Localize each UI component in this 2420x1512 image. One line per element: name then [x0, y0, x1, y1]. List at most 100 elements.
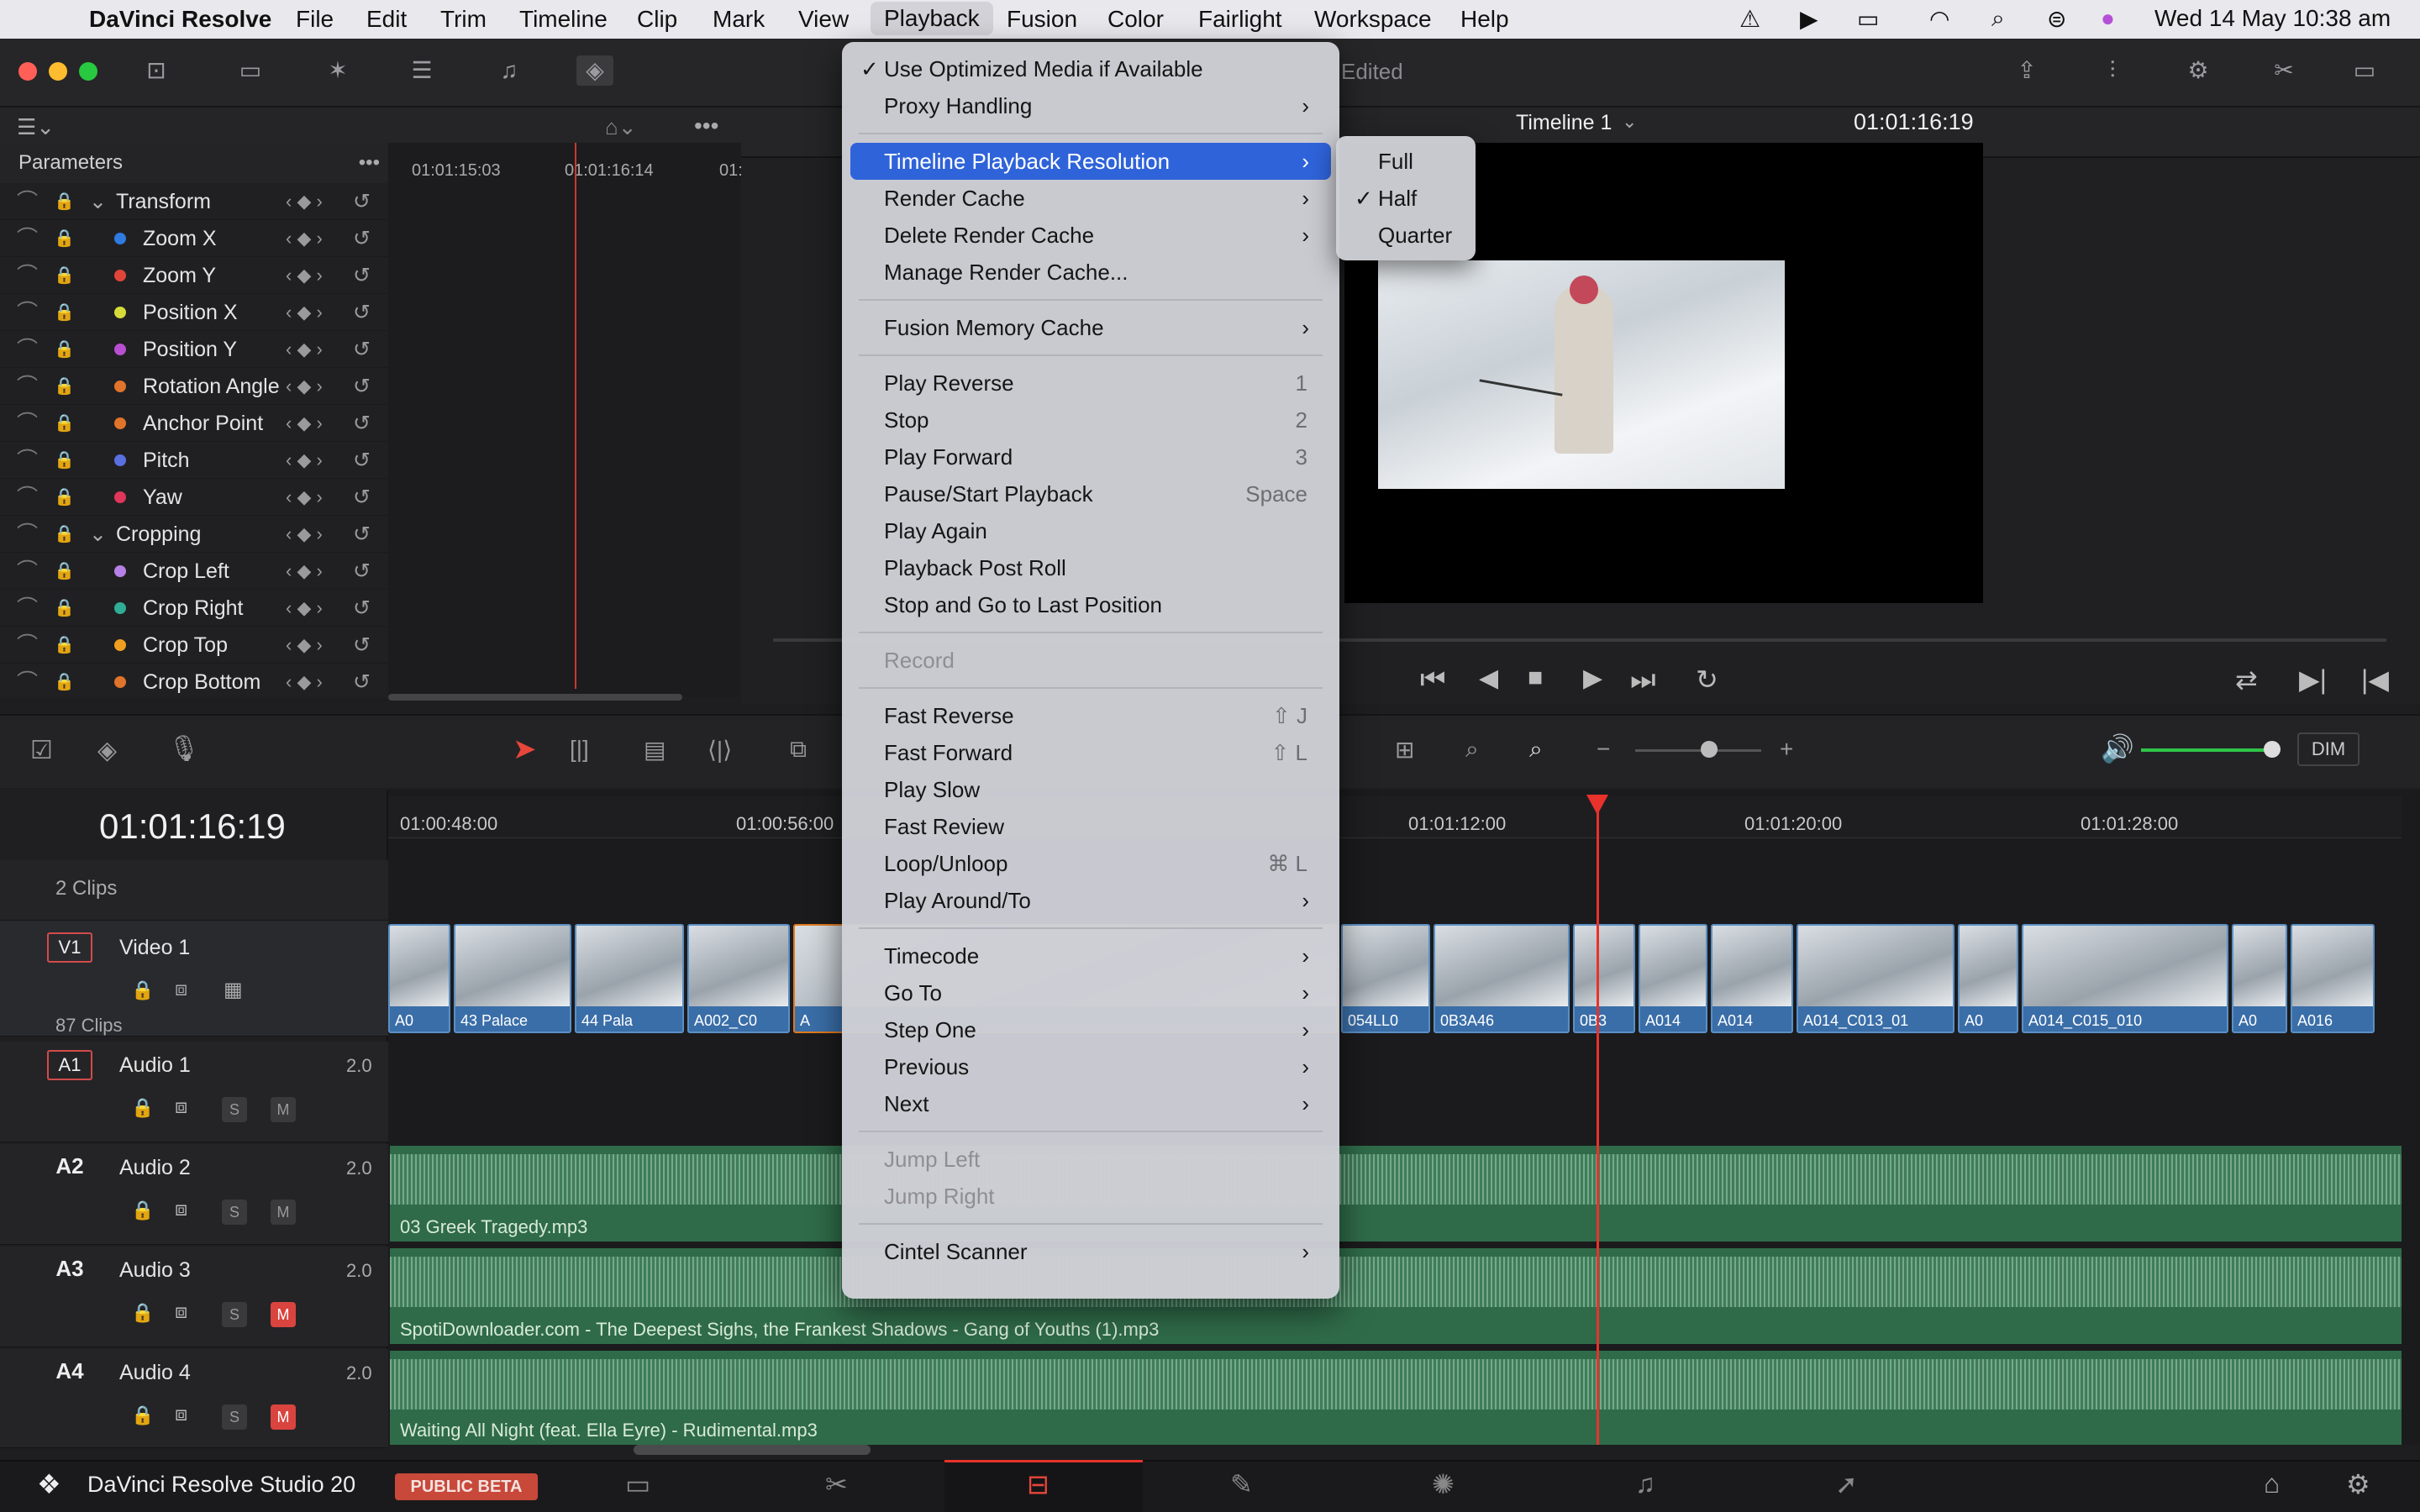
menu-clip[interactable]: Clip — [637, 6, 677, 33]
param-row-yaw[interactable]: ⌒ 🔒 Yaw ‹ ◆ › ↺ — [0, 479, 388, 516]
menu-item-proxy-handling[interactable]: Proxy Handling › — [850, 87, 1331, 124]
menu-playback[interactable]: Playback — [871, 2, 993, 35]
lock-icon[interactable]: 🔒 — [54, 331, 75, 368]
lock-icon[interactable]: 🔒 — [54, 590, 75, 627]
reset-icon[interactable]: ↺ — [353, 479, 371, 516]
selection-tool-icon[interactable]: ➤ — [513, 732, 537, 766]
menu-item-pause-start-playback[interactable]: Pause/Start Playback Space — [850, 475, 1331, 512]
siri-icon[interactable]: ● — [2101, 5, 2115, 32]
notification-icon[interactable]: ⚠ — [1739, 5, 1760, 33]
metadata-icon[interactable]: ⚙ — [2180, 55, 2217, 86]
menu-workspace[interactable]: Workspace — [1314, 6, 1432, 33]
loop-icon[interactable]: ↻ — [1696, 664, 1718, 696]
zoom-in-icon[interactable]: + — [1780, 736, 1793, 763]
zoom-out-icon[interactable]: − — [1597, 736, 1610, 763]
battery-icon[interactable]: ▭ — [1857, 5, 1879, 33]
menu-item-play-forward[interactable]: Play Forward 3 — [850, 438, 1331, 475]
video-clip[interactable]: A014 — [1711, 924, 1793, 1033]
audio-track-name[interactable]: Audio 1 — [119, 1053, 191, 1078]
reset-icon[interactable]: ↺ — [353, 294, 371, 331]
fairlight-page-icon[interactable]: ♫ — [1635, 1468, 1655, 1499]
menu-mark[interactable]: Mark — [713, 6, 765, 33]
video-clip[interactable]: A014_C015_010 — [2022, 924, 2228, 1033]
timeline-ruler[interactable]: 01:00:48:00 01:00:56:00 01:01:12:00 01:0… — [388, 796, 2402, 838]
volume-icon[interactable]: 🔊 — [2101, 732, 2134, 764]
reset-icon[interactable]: ↺ — [353, 331, 371, 368]
zoom-detail-icon[interactable]: ⌕ — [1465, 736, 1479, 764]
fusion-page-icon[interactable]: ✎ — [1230, 1468, 1253, 1500]
param-row-pitch[interactable]: ⌒ 🔒 Pitch ‹ ◆ › ↺ — [0, 442, 388, 479]
reset-icon[interactable]: ↺ — [353, 664, 371, 701]
jump-start-icon[interactable]: ⏮ — [1420, 664, 1446, 696]
video-clip[interactable]: A0 — [388, 924, 450, 1033]
reset-icon[interactable]: ↺ — [353, 553, 371, 590]
audio-track-id[interactable]: A4 — [47, 1357, 92, 1388]
reset-icon[interactable]: ↺ — [353, 257, 371, 294]
menu-item-timecode[interactable]: Timecode › — [850, 937, 1331, 974]
lock-icon[interactable]: 🔒 — [54, 627, 75, 664]
lock-icon[interactable]: 🔒 — [54, 368, 75, 405]
lock-icon[interactable]: 🔒 — [131, 1097, 154, 1119]
param-row-crop-right[interactable]: ⌒ 🔒 Crop Right ‹ ◆ › ↺ — [0, 590, 388, 627]
keyframe-nav-icon[interactable]: ‹ ◆ › — [286, 664, 323, 701]
menu-item-fast-reverse[interactable]: Fast Reverse ⇧ J — [850, 697, 1331, 734]
curve-icon[interactable]: ⌒ — [17, 627, 38, 664]
keyframe-nav-icon[interactable]: ‹ ◆ › — [286, 368, 323, 405]
settings-gear-icon[interactable]: ⚙ — [2346, 1468, 2370, 1500]
volume-slider[interactable] — [2141, 748, 2269, 752]
curve-icon[interactable]: ⌒ — [17, 257, 38, 294]
param-row-crop-top[interactable]: ⌒ 🔒 Crop Top ‹ ◆ › ↺ — [0, 627, 388, 664]
lock-icon[interactable]: 🔒 — [54, 405, 75, 442]
zoom-slider-handle[interactable] — [1701, 741, 1718, 758]
timeline-selector[interactable]: Timeline 1 — [1516, 111, 1612, 135]
reset-icon[interactable]: ↺ — [353, 442, 371, 479]
video-clip[interactable]: A014 — [1639, 924, 1707, 1033]
video-clip[interactable]: 43 Palace — [454, 924, 571, 1033]
menu-item-fusion-memory-cache[interactable]: Fusion Memory Cache › — [850, 309, 1331, 346]
solo-button[interactable]: S — [222, 1302, 247, 1327]
reset-icon[interactable]: ↺ — [353, 590, 371, 627]
curve-icon[interactable]: ⌒ — [17, 590, 38, 627]
deliver-page-icon[interactable]: ➚ — [1835, 1468, 1858, 1500]
curve-icon[interactable]: ⌒ — [17, 331, 38, 368]
menu-fairlight[interactable]: Fairlight — [1198, 6, 1282, 33]
video-enable-icon[interactable]: ▦ — [224, 978, 243, 1002]
menu-item-timeline-playback-resolution[interactable]: Timeline Playback Resolution › — [850, 143, 1331, 180]
lock-icon[interactable]: 🔒 — [131, 1404, 154, 1426]
lock-icon[interactable]: 🔒 — [54, 183, 75, 220]
reset-icon[interactable]: ↺ — [353, 220, 371, 257]
play-reverse-icon[interactable]: ◀ — [1479, 664, 1498, 693]
video-clip[interactable]: A002_C0 — [687, 924, 790, 1033]
video-clip[interactable]: A014_C013_01 — [1797, 924, 1954, 1033]
menu-help[interactable]: Help — [1460, 6, 1509, 33]
keyframe-nav-icon[interactable]: ‹ ◆ › — [286, 331, 323, 368]
v1-track-id[interactable]: V1 — [47, 932, 92, 963]
lock-icon[interactable]: 🔒 — [54, 479, 75, 516]
curve-icon[interactable]: ⌒ — [17, 516, 38, 553]
kf-playhead[interactable] — [575, 143, 576, 689]
next-edit-icon[interactable]: ▶| — [2299, 664, 2327, 696]
zoom-slider[interactable] — [1635, 749, 1761, 752]
lock-icon[interactable]: 🔒 — [54, 516, 75, 553]
menu-file[interactable]: File — [296, 6, 334, 33]
keyframe-graph[interactable]: 01:01:15:03 01:01:16:14 01: — [388, 143, 743, 701]
blade-tool-icon[interactable]: ▤ — [644, 736, 666, 764]
reset-icon[interactable]: ↺ — [353, 368, 371, 405]
keyframe-nav-icon[interactable]: ‹ ◆ › — [286, 627, 323, 664]
menu-fusion[interactable]: Fusion — [1007, 6, 1077, 33]
menu-item-stop[interactable]: Stop 2 — [850, 402, 1331, 438]
solo-button[interactable]: S — [222, 1200, 247, 1225]
audio-clip[interactable]: Waiting All Night (feat. Ella Eyre) - Ru… — [390, 1351, 2402, 1445]
lock-icon[interactable]: 🔒 — [54, 664, 75, 701]
auto-select-icon[interactable]: ⧈ — [175, 978, 187, 1001]
menu-item-fast-forward[interactable]: Fast Forward ⇧ L — [850, 734, 1331, 771]
color-page-icon[interactable]: ✺ — [1432, 1468, 1455, 1500]
solo-button[interactable]: S — [222, 1404, 247, 1430]
params-more-icon[interactable]: ••• — [359, 143, 380, 183]
dynamic-trim-icon[interactable]: ⟨|⟩ — [708, 736, 732, 764]
wifi-icon[interactable]: ◠ — [1929, 5, 1949, 33]
video-clip[interactable]: 44 Pala — [575, 924, 684, 1033]
param-row-transform[interactable]: ⌒ 🔒 ⌄ Transform ‹ ◆ › ↺ — [0, 183, 388, 220]
keyframe-nav-icon[interactable]: ‹ ◆ › — [286, 294, 323, 331]
menu-item-play-reverse[interactable]: Play Reverse 1 — [850, 365, 1331, 402]
